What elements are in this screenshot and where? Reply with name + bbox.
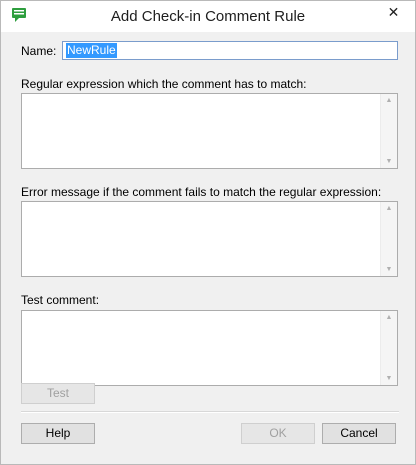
regex-label: Regular expression which the comment has… [21,77,307,91]
test-comment-label: Test comment: [21,293,100,307]
dialog-client-area: Name: NewRule Regular expression which t… [9,32,407,456]
regex-textarea[interactable]: ▲ ▼ [21,93,398,169]
test-button[interactable]: Test [21,383,95,404]
name-input-value: NewRule [66,43,117,58]
scroll-up-icon[interactable]: ▲ [381,97,397,104]
name-input[interactable]: NewRule [62,41,398,60]
name-label: Name: [21,44,57,58]
cancel-button[interactable]: Cancel [322,423,396,444]
error-message-label: Error message if the comment fails to ma… [21,185,382,199]
close-icon: ✕ [387,3,400,20]
scroll-down-icon[interactable]: ▼ [381,375,397,382]
separator [21,411,399,413]
scroll-down-icon[interactable]: ▼ [381,266,397,273]
scroll-up-icon[interactable]: ▲ [381,205,397,212]
error-message-textarea[interactable]: ▲ ▼ [21,201,398,277]
regex-scrollbar[interactable]: ▲ ▼ [380,94,397,168]
error-message-scrollbar[interactable]: ▲ ▼ [380,202,397,276]
ok-button[interactable]: OK [241,423,315,444]
scroll-down-icon[interactable]: ▼ [381,158,397,165]
close-button[interactable]: ✕ [378,2,409,22]
test-comment-scrollbar[interactable]: ▲ ▼ [380,311,397,385]
scroll-up-icon[interactable]: ▲ [381,314,397,321]
title-bar: Add Check-in Comment Rule ✕ [1,1,415,32]
test-comment-textarea[interactable]: ▲ ▼ [21,310,398,386]
help-button[interactable]: Help [21,423,95,444]
window-title: Add Check-in Comment Rule [110,8,306,25]
dialog-window: Add Check-in Comment Rule ✕ Name: NewRul… [0,0,416,465]
